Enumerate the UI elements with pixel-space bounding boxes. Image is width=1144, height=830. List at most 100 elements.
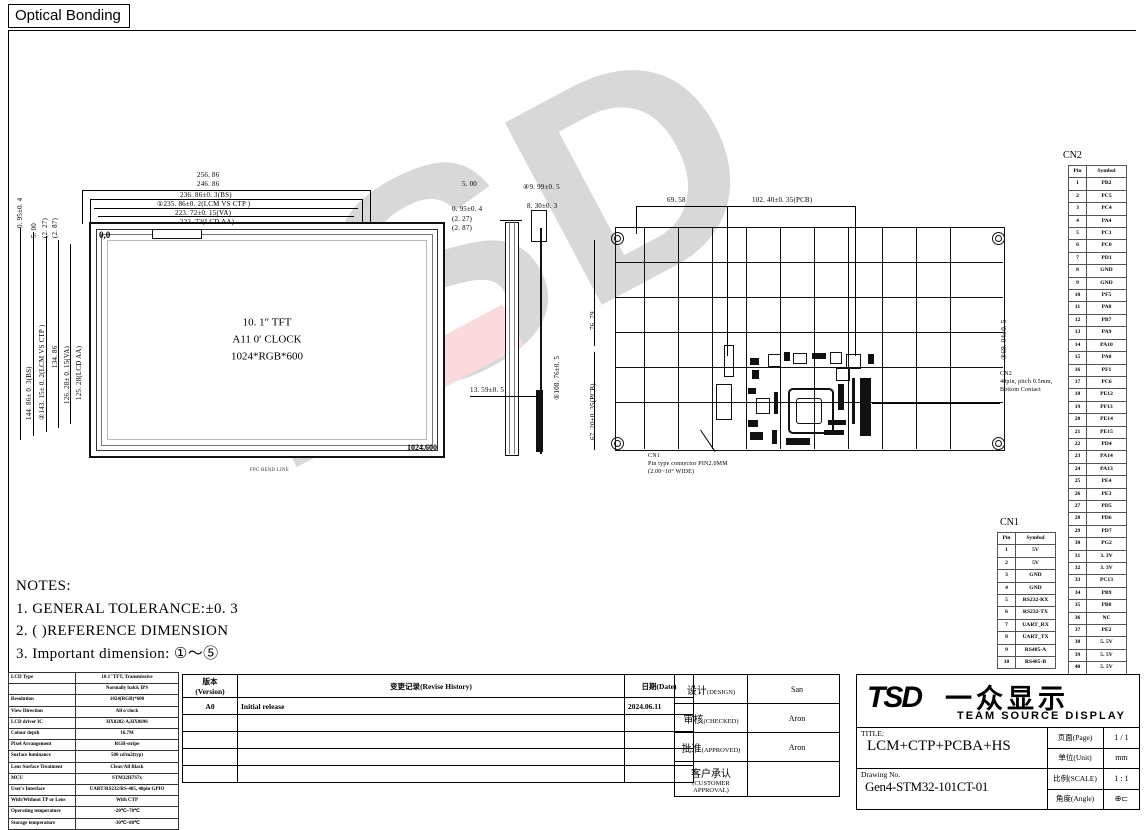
table-row: 32 3. 3V bbox=[1068, 561, 1127, 576]
pcb-component-8 bbox=[846, 354, 861, 369]
dim-back-2: 102. 40±0. 35(PCB) bbox=[752, 196, 813, 204]
approval-signature[interactable]: San bbox=[747, 674, 840, 704]
pin-number: 12 bbox=[1068, 313, 1087, 328]
pin-number: 35 bbox=[1068, 599, 1087, 613]
table-row: 34 PB9 bbox=[1068, 586, 1127, 601]
pin-symbol: PC0 bbox=[1086, 239, 1127, 253]
pin-number: 3 bbox=[997, 569, 1016, 583]
approval-signature[interactable]: Aron bbox=[747, 703, 840, 733]
table-row: 26 PE3 bbox=[1068, 487, 1127, 501]
dim-ext-3 bbox=[90, 199, 91, 224]
dim-top-6: 222. 72(LCD AA) bbox=[180, 218, 235, 226]
pin-symbol: PD5 bbox=[1086, 499, 1127, 514]
table-row: 9 RS485-A bbox=[997, 643, 1056, 658]
approval-role: 批准(APPROVED) bbox=[674, 732, 748, 762]
pin-number: 5 bbox=[997, 594, 1016, 608]
cn1-pin-table: Pin Symbol 1 5V 2 5V 3 GND 4 GND 5 RS232-RX 6 RS232… bbox=[997, 531, 1056, 670]
pin-symbol: 5V bbox=[1015, 544, 1056, 558]
table-row: 2 PC5 bbox=[1068, 189, 1127, 204]
pin-number: 27 bbox=[1068, 499, 1087, 514]
approval-table: 设计(DESIGN) San 审核(CHECKED) Aron 批准(APPROVED)… bbox=[674, 674, 840, 797]
pin-symbol: PF13 bbox=[1086, 400, 1127, 415]
table-row: 16 PF1 bbox=[1068, 363, 1127, 377]
spec-key: LCD Type bbox=[8, 671, 76, 685]
pin-symbol: PD1 bbox=[1086, 251, 1127, 266]
angle-key: 角度(Angle) bbox=[1047, 788, 1104, 809]
pcb-component-17 bbox=[836, 368, 850, 381]
notes-title: NOTES: bbox=[16, 578, 71, 594]
approval-role-cn: 设计 bbox=[686, 685, 707, 697]
spec-table-body: LCD Type 10.1"TFT, Transmissive Normally b… bbox=[8, 671, 179, 830]
table-row: 4 PA4 bbox=[1068, 214, 1127, 229]
pin-number: 11 bbox=[1068, 301, 1087, 315]
revision-version: A0 bbox=[182, 697, 238, 715]
spec-key: Lens Surface Treatment bbox=[8, 761, 76, 774]
approval-table-body: 设计(DESIGN) San 审核(CHECKED) Aron 批准(APPROVED)… bbox=[674, 674, 840, 797]
table-row: Storage temperature -30℃~80℃ bbox=[8, 817, 179, 830]
table-row: 28 PD6 bbox=[1068, 512, 1127, 526]
table-row: 13 PA9 bbox=[1068, 326, 1127, 340]
dim-left-3: 134. 86 bbox=[51, 345, 59, 368]
pcb-component-10 bbox=[748, 388, 756, 394]
spec-key: Pixel Arrangement bbox=[8, 739, 76, 752]
pin-symbol: PF1 bbox=[1086, 363, 1127, 377]
dim-side-5: ④9. 99±0. 5 bbox=[523, 183, 560, 191]
table-row: 21 PE15 bbox=[1068, 425, 1127, 439]
pin-symbol: PC6 bbox=[1086, 375, 1127, 390]
drawing-no-key: Drawing No. bbox=[861, 770, 901, 779]
notes-block: NOTES: 1. GENERAL TOLERANCE:±0. 3 2. ( )… bbox=[16, 575, 238, 665]
approval-signature[interactable] bbox=[747, 761, 840, 797]
title-cell: TITLE: LCM+CTP+PCBA+HS bbox=[857, 727, 1048, 769]
pin-symbol: PA8 bbox=[1086, 301, 1127, 315]
pcb-component-6 bbox=[812, 353, 826, 359]
approval-signature[interactable]: Aron bbox=[747, 732, 840, 762]
table-row: 1 PB2 bbox=[1068, 177, 1127, 191]
pin-number: 9 bbox=[997, 643, 1016, 658]
cn2-leader bbox=[872, 403, 1000, 404]
spec-value: Clear/All Black bbox=[75, 761, 179, 774]
optical-bonding-tab[interactable]: Optical Bonding bbox=[8, 4, 130, 28]
pin-number: 39 bbox=[1068, 648, 1087, 663]
pin-symbol: PD6 bbox=[1086, 512, 1127, 526]
pcb-connector-left bbox=[716, 384, 732, 420]
angle-row: 角度(Angle) ⊕⊏ bbox=[1047, 788, 1139, 809]
spec-key: Colour depth bbox=[8, 728, 76, 741]
table-row: 22 PD4 bbox=[1068, 437, 1127, 452]
table-row: 10 PF5 bbox=[1068, 289, 1127, 303]
table-row: Surface luminance 500 cd/m2(typ) bbox=[8, 750, 179, 763]
table-row: 30 PG2 bbox=[1068, 537, 1127, 551]
pcb-component-1 bbox=[750, 358, 759, 365]
pin-symbol: GND bbox=[1015, 569, 1056, 583]
table-row: 27 PD5 bbox=[1068, 499, 1127, 514]
spec-value: RGB-stripe bbox=[75, 739, 179, 752]
profile-connector bbox=[536, 390, 543, 452]
pin-number: 17 bbox=[1068, 375, 1087, 390]
pin-number: 18 bbox=[1068, 388, 1087, 402]
pin-number: 7 bbox=[1068, 251, 1087, 266]
pin-symbol: PA9 bbox=[1086, 326, 1127, 340]
table-row bbox=[182, 714, 694, 732]
pin-symbol: PE15 bbox=[1086, 425, 1127, 439]
cn2-header-pin: Pin bbox=[1068, 164, 1087, 179]
revision-description bbox=[237, 765, 625, 783]
dim-top-2: 246. 86 bbox=[197, 180, 220, 188]
revision-header-history-cn: 变更记录 bbox=[390, 681, 421, 691]
table-row: 39 5. 5V bbox=[1068, 648, 1127, 663]
revision-description bbox=[237, 748, 625, 766]
grid-v-10 bbox=[950, 227, 951, 449]
pin-symbol: NC bbox=[1086, 611, 1127, 626]
pin-symbol: PC13 bbox=[1086, 574, 1127, 588]
pin-number: 16 bbox=[1068, 363, 1087, 377]
front-view-lcd: 0,0 10. 1″ TFT A11 0′ CLOCK 1024*RGB*600… bbox=[89, 222, 445, 458]
dim-back-ext-3 bbox=[855, 206, 856, 356]
lcd-resolution-label: 1024*RGB*600 bbox=[230, 350, 304, 363]
cn1-header-symbol: Symbol bbox=[1015, 531, 1056, 546]
table-row: 审核(CHECKED) Aron bbox=[674, 703, 840, 733]
grid-v-8 bbox=[882, 227, 883, 449]
mcu-chip-marking bbox=[796, 398, 822, 424]
profile-top-block bbox=[531, 210, 547, 242]
cn2-table-title: CN2 bbox=[1063, 150, 1082, 161]
pcb-component-21 bbox=[786, 438, 810, 445]
pin-symbol: RS232-RX bbox=[1015, 594, 1056, 608]
tsd-logo-icon: TSD bbox=[867, 681, 923, 714]
